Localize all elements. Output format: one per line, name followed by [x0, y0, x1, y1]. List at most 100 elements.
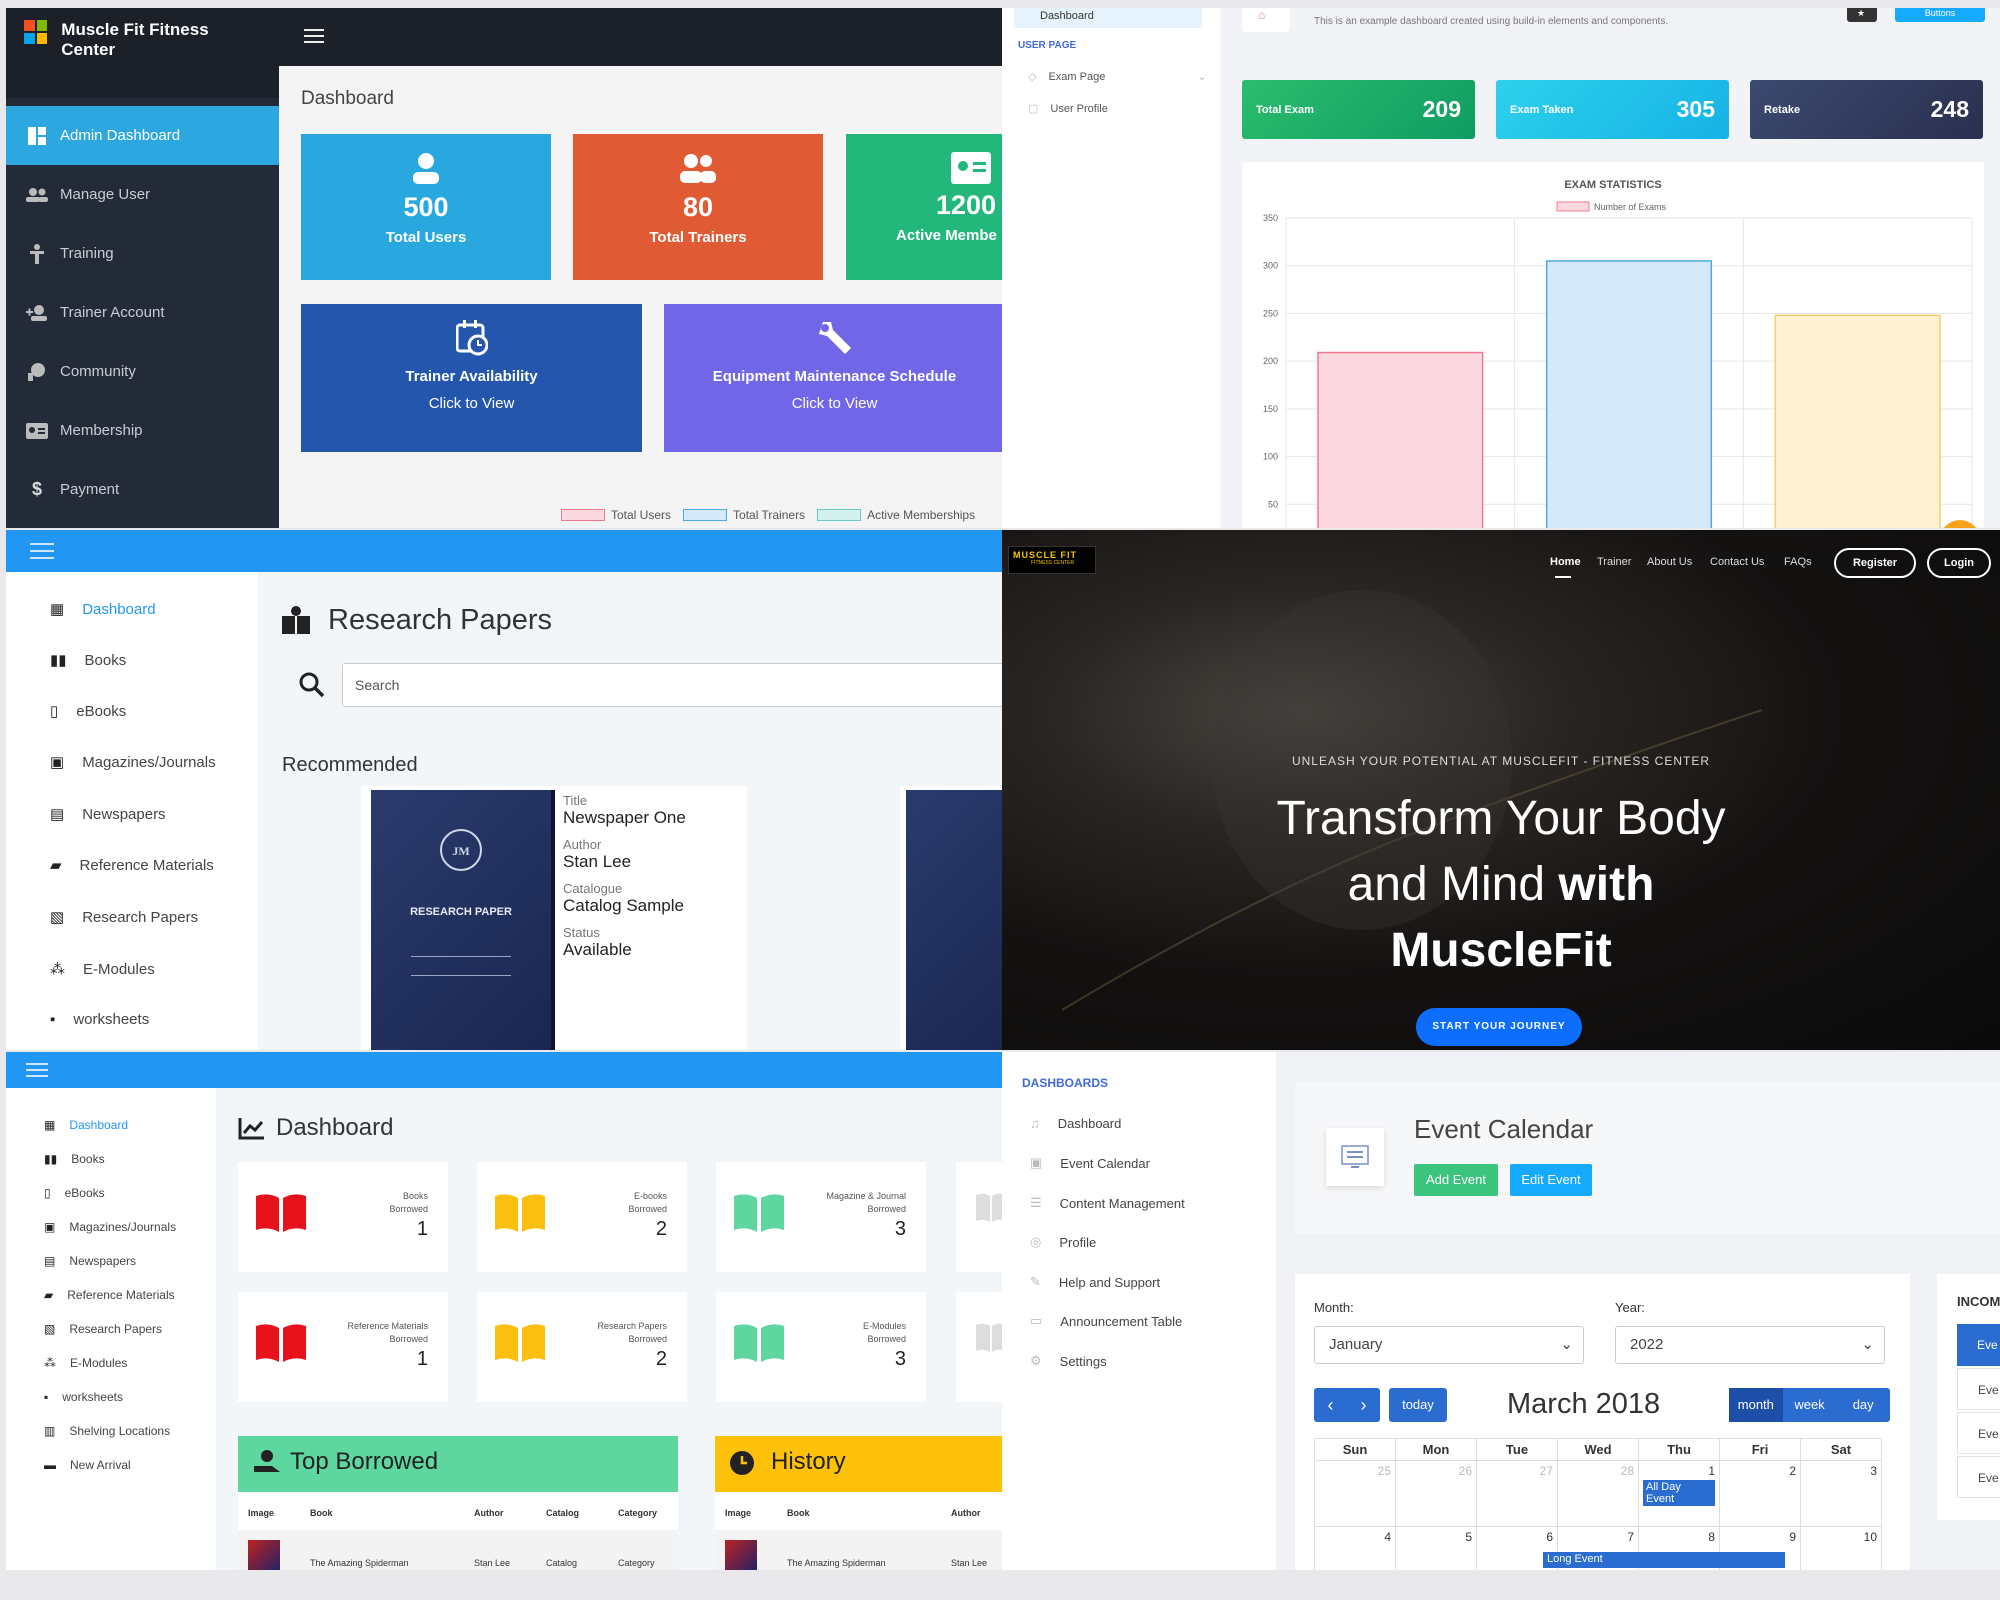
day-cell[interactable]: 26 — [1395, 1460, 1477, 1527]
nav-training[interactable]: Training — [6, 224, 279, 283]
sidebar-item-research[interactable]: ▧ Research Papers — [50, 908, 198, 927]
menu-toggle-icon[interactable] — [30, 542, 54, 560]
sidebar-item-emodules[interactable]: ⁂ E-Modules — [50, 960, 155, 979]
logo[interactable]: MUSCLE FIT FITNESS CENTER — [1008, 546, 1096, 574]
sidebar-item-emodules[interactable]: ⁂ E-Modules — [44, 1356, 127, 1370]
sidebar-item-dashboard[interactable]: ♫ Dashboard — [1030, 1116, 1121, 1131]
list-item[interactable]: Eve — [1957, 1412, 2000, 1454]
sidebar-item-dashboard[interactable]: Dashboard — [1014, 8, 1202, 28]
day-cell[interactable]: 2 — [1719, 1460, 1801, 1527]
menu-toggle-icon[interactable] — [26, 1062, 48, 1078]
today-button[interactable]: today — [1389, 1388, 1447, 1422]
table-row[interactable]: The Amazing Spiderman Stan Lee Catalog C… — [238, 1530, 678, 1570]
stat-card[interactable]: Magazine & Journal Borrowed 3 — [716, 1162, 926, 1272]
card-retake[interactable]: Retake 248 — [1750, 80, 1983, 139]
day-cell[interactable]: 27 — [1476, 1460, 1558, 1527]
day-cell[interactable]: 3 — [1800, 1460, 1882, 1527]
card-link[interactable]: Click to View — [664, 395, 1002, 412]
book-card[interactable]: JM RESEARCH PAPER Title Newspaper One Au… — [361, 786, 747, 1050]
sidebar-item-user-profile[interactable]: ▢ User Profile — [1028, 102, 1108, 116]
sidebar-item-books[interactable]: ▮▮ Books — [50, 651, 126, 670]
buttons-dropdown[interactable]: Buttons — [1895, 8, 1985, 22]
day-cell[interactable]: 28 — [1557, 1460, 1639, 1527]
sidebar-item-exam-page[interactable]: ◇ Exam Page ⌄ — [1028, 70, 1207, 84]
book-card[interactable] — [900, 786, 1002, 1050]
nav-faqs[interactable]: FAQs — [1784, 556, 1812, 568]
nav-trainer[interactable]: Trainer — [1597, 556, 1631, 568]
chevron-right-icon[interactable]: › — [1347, 1388, 1380, 1422]
day-cell[interactable]: 10 — [1800, 1526, 1882, 1570]
chart-bar[interactable] — [1545, 260, 1713, 528]
view-week[interactable]: week — [1783, 1388, 1837, 1422]
stat-card[interactable]: E-books Borrowed 2 — [477, 1162, 687, 1272]
month-select[interactable]: January ⌄ — [1314, 1326, 1584, 1364]
nav-home[interactable]: Home — [1550, 556, 1581, 568]
register-button[interactable]: Register — [1834, 548, 1916, 578]
sidebar-item-help[interactable]: ✎ Help and Support — [1030, 1274, 1160, 1290]
menu-toggle-icon[interactable] — [304, 28, 326, 44]
day-cell[interactable]: 5 — [1395, 1526, 1477, 1570]
sidebar-item-profile[interactable]: ◎ Profile — [1030, 1234, 1096, 1250]
add-event-button[interactable]: Add Event — [1414, 1164, 1498, 1196]
sidebar-item-content-management[interactable]: ☰ Content Management — [1030, 1195, 1185, 1211]
stat-card[interactable]: Research Papers Borrowed 2 — [477, 1292, 687, 1402]
sidebar-item-event-calendar[interactable]: ▣ Event Calendar — [1030, 1155, 1150, 1171]
chart-bar[interactable] — [1317, 351, 1484, 528]
sidebar-item-shelving[interactable]: ▥ Shelving Locations — [44, 1424, 170, 1438]
sidebar-item-reference[interactable]: ▰ Reference Materials — [50, 856, 214, 875]
day-cell[interactable]: 4 — [1314, 1526, 1396, 1570]
sidebar-item-worksheets[interactable]: ▪ worksheets — [44, 1390, 123, 1404]
sidebar-item-reference[interactable]: ▰ Reference Materials — [44, 1288, 175, 1302]
list-item[interactable]: Eve — [1957, 1368, 2000, 1410]
nav-contact-us[interactable]: Contact Us — [1710, 556, 1764, 568]
stat-card-active-memberships[interactable]: 1200 Active Membe — [846, 134, 1002, 280]
brand[interactable]: Muscle Fit Fitness Center — [6, 8, 279, 98]
sidebar-item-worksheets[interactable]: ▪ worksheets — [50, 1011, 149, 1028]
card-link[interactable]: Click to View — [301, 395, 642, 412]
nav-trainer-account[interactable]: Trainer Account — [6, 283, 279, 342]
trainer-availability-card[interactable]: Trainer Availability Click to View — [301, 304, 642, 452]
sidebar-item-magazines[interactable]: ▣ Magazines/Journals — [44, 1220, 176, 1234]
stat-card-total-trainers[interactable]: 80 Total Trainers — [573, 134, 823, 280]
list-item[interactable]: Eve — [1957, 1324, 2000, 1366]
sidebar-item-newspapers[interactable]: ▤ Newspapers — [44, 1254, 136, 1268]
login-button[interactable]: Login — [1927, 548, 1991, 578]
nav-membership[interactable]: Membership — [6, 401, 279, 460]
sidebar-item-new-arrival[interactable]: ▬ New Arrival — [44, 1458, 131, 1472]
stat-card-total-users[interactable]: 500 Total Users — [301, 134, 551, 280]
view-month[interactable]: month — [1729, 1388, 1783, 1422]
card-exam-taken[interactable]: Exam Taken 305 — [1496, 80, 1729, 139]
stat-card[interactable]: Reference Materials Borrowed 1 — [238, 1292, 448, 1402]
sidebar-item-research[interactable]: ▧ Research Papers — [44, 1322, 162, 1336]
table-row[interactable]: The Amazing Spiderman Stan Lee — [715, 1530, 1002, 1570]
sidebar-item-ebooks[interactable]: ▯ eBooks — [44, 1186, 105, 1200]
nav-community[interactable]: Community — [6, 342, 279, 401]
star-button[interactable]: ★ — [1847, 8, 1877, 22]
edit-event-button[interactable]: Edit Event — [1510, 1164, 1592, 1196]
event-all-day[interactable]: All Day Event — [1643, 1480, 1715, 1506]
sidebar-item-settings[interactable]: ⚙ Settings — [1030, 1353, 1107, 1369]
sidebar-item-magazines[interactable]: ▣ Magazines/Journals — [50, 753, 216, 772]
sidebar-item-dashboard[interactable]: ▦ Dashboard — [50, 600, 156, 619]
chart-bar[interactable] — [1774, 314, 1941, 528]
year-select[interactable]: 2022 ⌄ — [1615, 1326, 1885, 1364]
card-total-exam[interactable]: Total Exam 209 — [1242, 80, 1475, 139]
stat-card[interactable] — [956, 1292, 1002, 1402]
list-item[interactable]: Eve — [1957, 1456, 2000, 1498]
day-cell[interactable]: 1 All Day Event — [1638, 1460, 1720, 1527]
sidebar-item-ebooks[interactable]: ▯ eBooks — [50, 702, 126, 721]
stat-card[interactable] — [956, 1162, 1002, 1272]
start-journey-button[interactable]: START YOUR JOURNEY — [1416, 1008, 1582, 1046]
search-input[interactable]: Search — [342, 663, 1002, 707]
stat-card[interactable]: E-Modules Borrowed 3 — [716, 1292, 926, 1402]
chevron-left-icon[interactable]: ‹ — [1314, 1388, 1347, 1422]
nav-admin-dashboard[interactable]: Admin Dashboard — [6, 106, 279, 165]
equipment-maintenance-card[interactable]: Equipment Maintenance Schedule Click to … — [664, 304, 1002, 452]
view-day[interactable]: day — [1836, 1388, 1890, 1422]
sidebar-item-newspapers[interactable]: ▤ Newspapers — [50, 805, 166, 824]
sidebar-item-announcement[interactable]: ▭ Announcement Table — [1030, 1313, 1182, 1329]
sidebar-item-books[interactable]: ▮▮ Books — [44, 1152, 105, 1166]
nav-payment[interactable]: $ Payment — [6, 460, 279, 519]
nav-about-us[interactable]: About Us — [1647, 556, 1692, 568]
event-long[interactable]: Long Event — [1543, 1552, 1785, 1568]
